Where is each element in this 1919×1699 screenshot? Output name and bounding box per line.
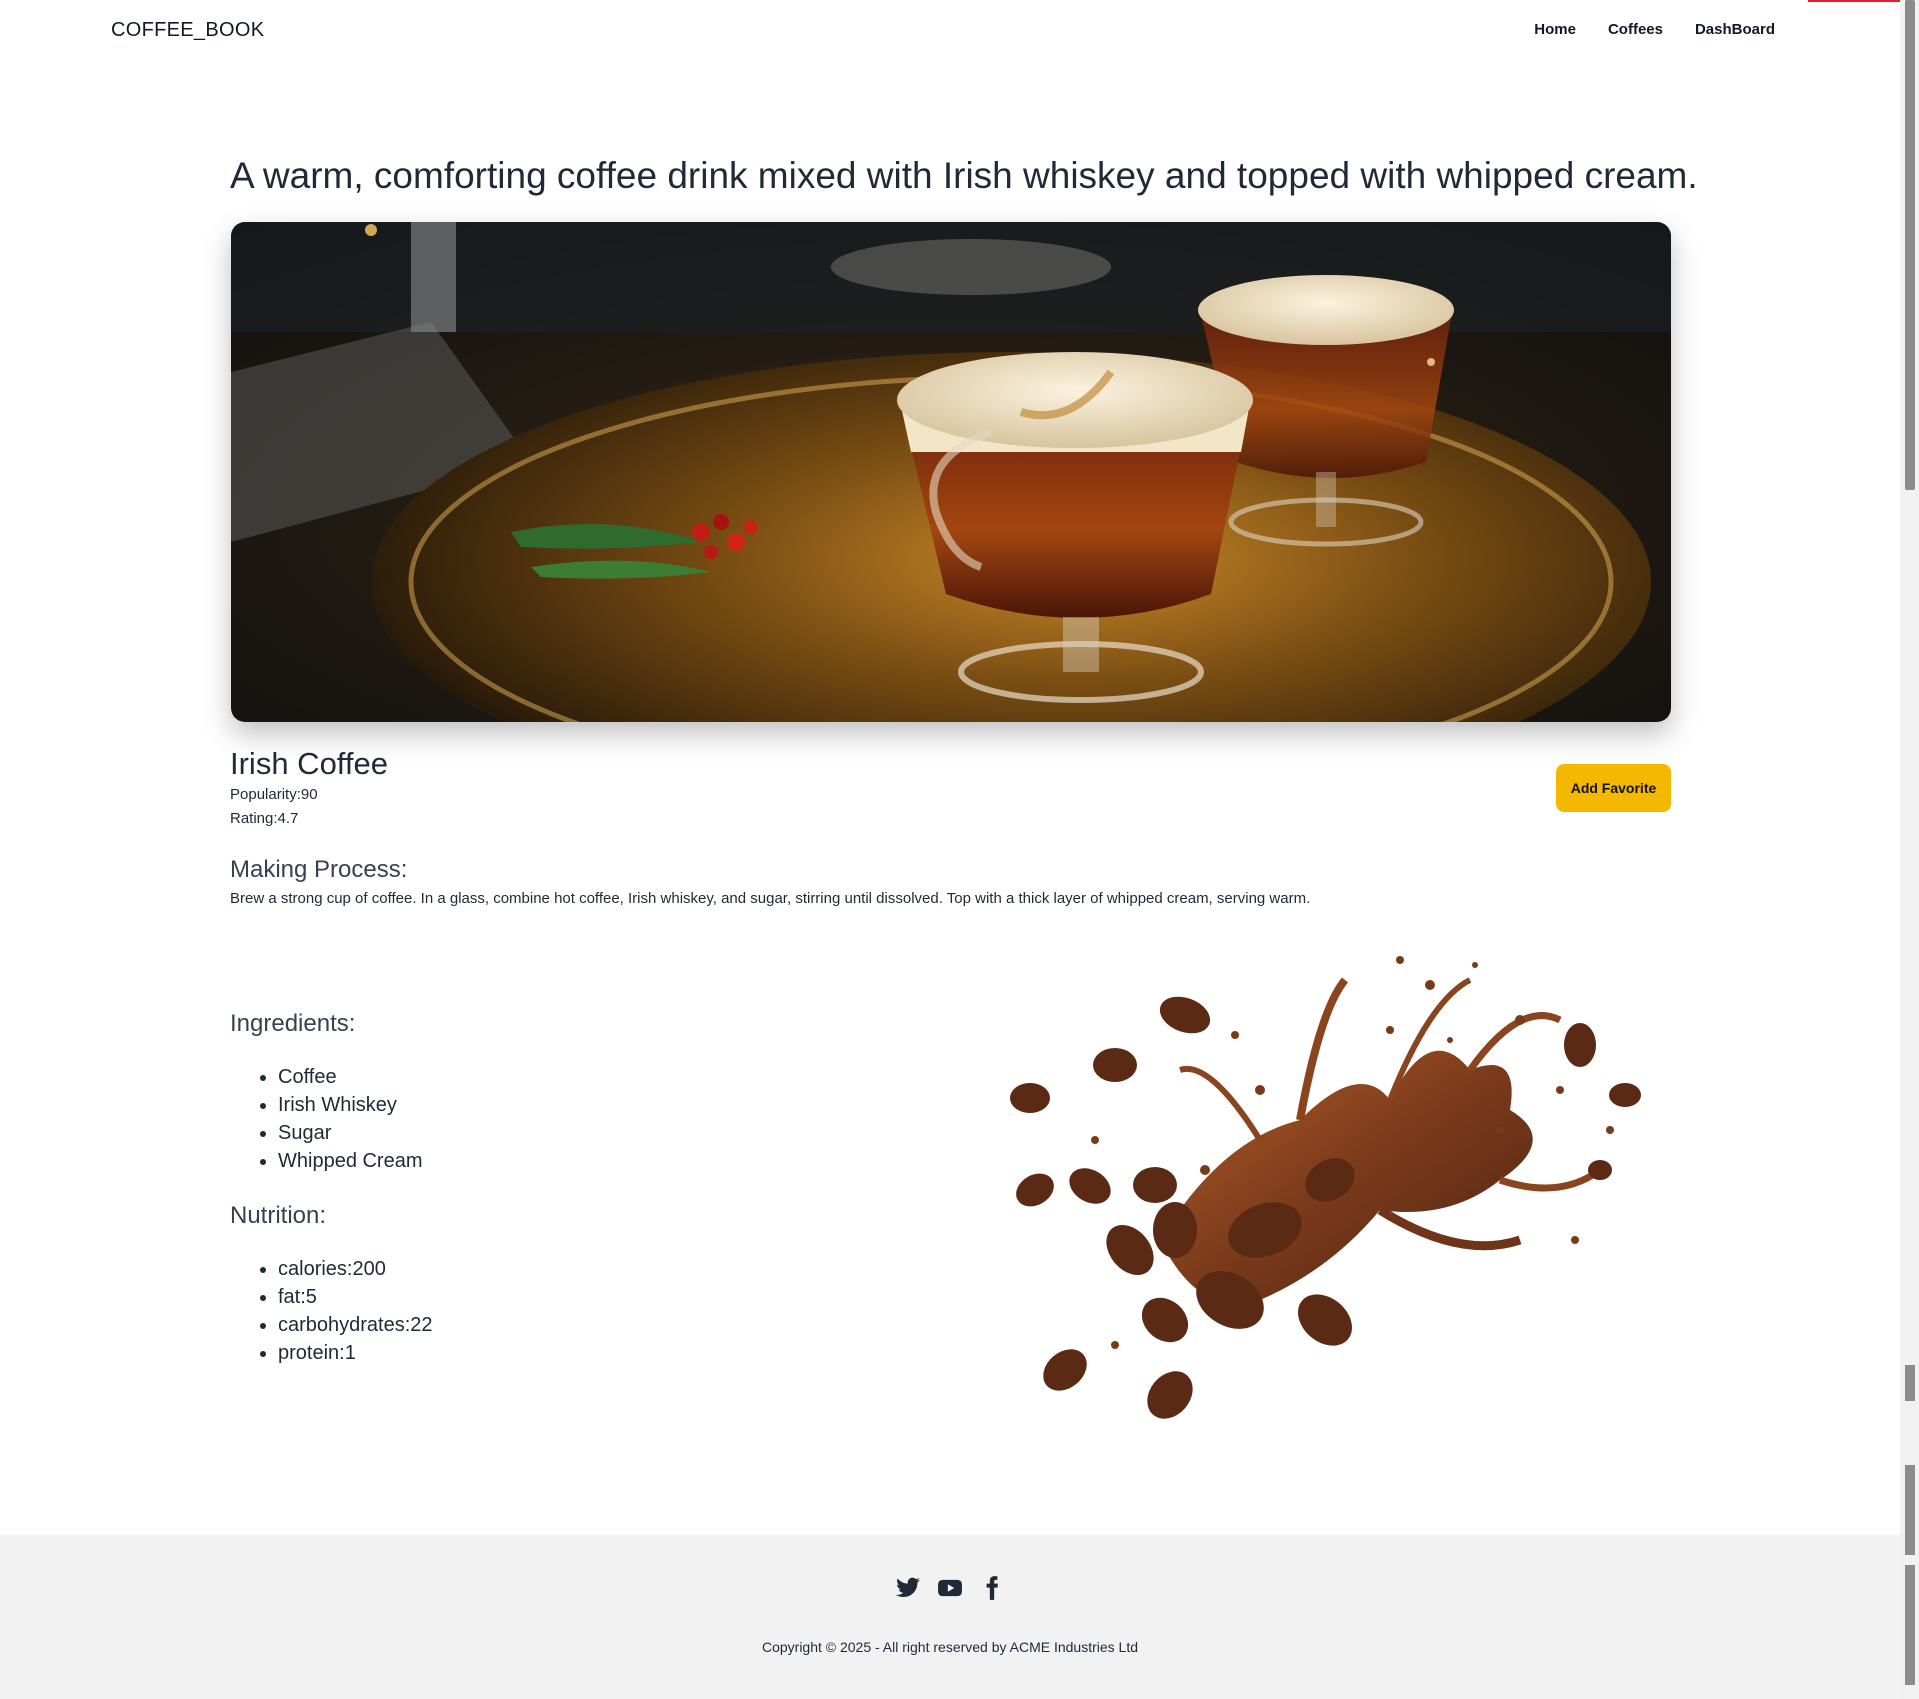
ingredient-item: Whipped Cream bbox=[278, 1147, 423, 1175]
social-links bbox=[0, 1575, 1900, 1601]
coffee-name: Irish Coffee bbox=[230, 746, 388, 781]
navbar: COFFEE_BOOK Home Coffees DashBoard bbox=[0, 0, 1900, 62]
ingredients-heading: Ingredients: bbox=[230, 1010, 356, 1037]
scrollbar-thumb[interactable] bbox=[1905, 0, 1915, 490]
nutrition-list: calories:200 fat:5 carbohydrates:22 prot… bbox=[230, 1255, 433, 1367]
ingredients-list: Coffee Irish Whiskey Sugar Whipped Cream bbox=[230, 1063, 423, 1175]
ingredient-item: Coffee bbox=[278, 1063, 423, 1091]
nav-links: Home Coffees DashBoard bbox=[1534, 21, 1775, 38]
ingredient-item: Irish Whiskey bbox=[278, 1091, 423, 1119]
youtube-icon[interactable] bbox=[937, 1575, 963, 1601]
facebook-icon[interactable] bbox=[979, 1575, 1005, 1601]
nav-link-dashboard[interactable]: DashBoard bbox=[1695, 21, 1775, 38]
copyright-text: Copyright © 2025 - All right reserved by… bbox=[761, 1639, 1139, 1655]
coffee-hero-image bbox=[231, 222, 1671, 722]
nutrition-item: fat:5 bbox=[278, 1283, 433, 1311]
twitter-icon[interactable] bbox=[895, 1575, 921, 1601]
scrollbar-marker bbox=[1905, 1565, 1915, 1685]
making-process-text: Brew a strong cup of coffee. In a glass,… bbox=[230, 890, 1311, 907]
page-scrollbar[interactable] bbox=[1900, 0, 1919, 1699]
nutrition-item: carbohydrates:22 bbox=[278, 1311, 433, 1339]
ingredient-item: Sugar bbox=[278, 1119, 423, 1147]
coffee-description-heading: A warm, comforting coffee drink mixed wi… bbox=[230, 155, 1698, 196]
nav-link-home[interactable]: Home bbox=[1534, 21, 1576, 38]
nav-link-coffees[interactable]: Coffees bbox=[1608, 21, 1663, 38]
coffee-splash-image bbox=[1000, 940, 1650, 1430]
making-process-heading: Making Process: bbox=[230, 856, 408, 883]
brand-logo[interactable]: COFFEE_BOOK bbox=[111, 19, 264, 42]
nutrition-item: protein:1 bbox=[278, 1339, 433, 1367]
footer: Copyright © 2025 - All right reserved by… bbox=[0, 1535, 1900, 1699]
add-favorite-button[interactable]: Add Favorite bbox=[1556, 764, 1671, 812]
popularity-text: Popularity:90 bbox=[230, 786, 318, 803]
rating-text: Rating:4.7 bbox=[230, 810, 299, 827]
nutrition-item: calories:200 bbox=[278, 1255, 433, 1283]
scrollbar-marker bbox=[1905, 1465, 1915, 1555]
nutrition-heading: Nutrition: bbox=[230, 1202, 327, 1229]
scrollbar-marker bbox=[1905, 1365, 1915, 1401]
